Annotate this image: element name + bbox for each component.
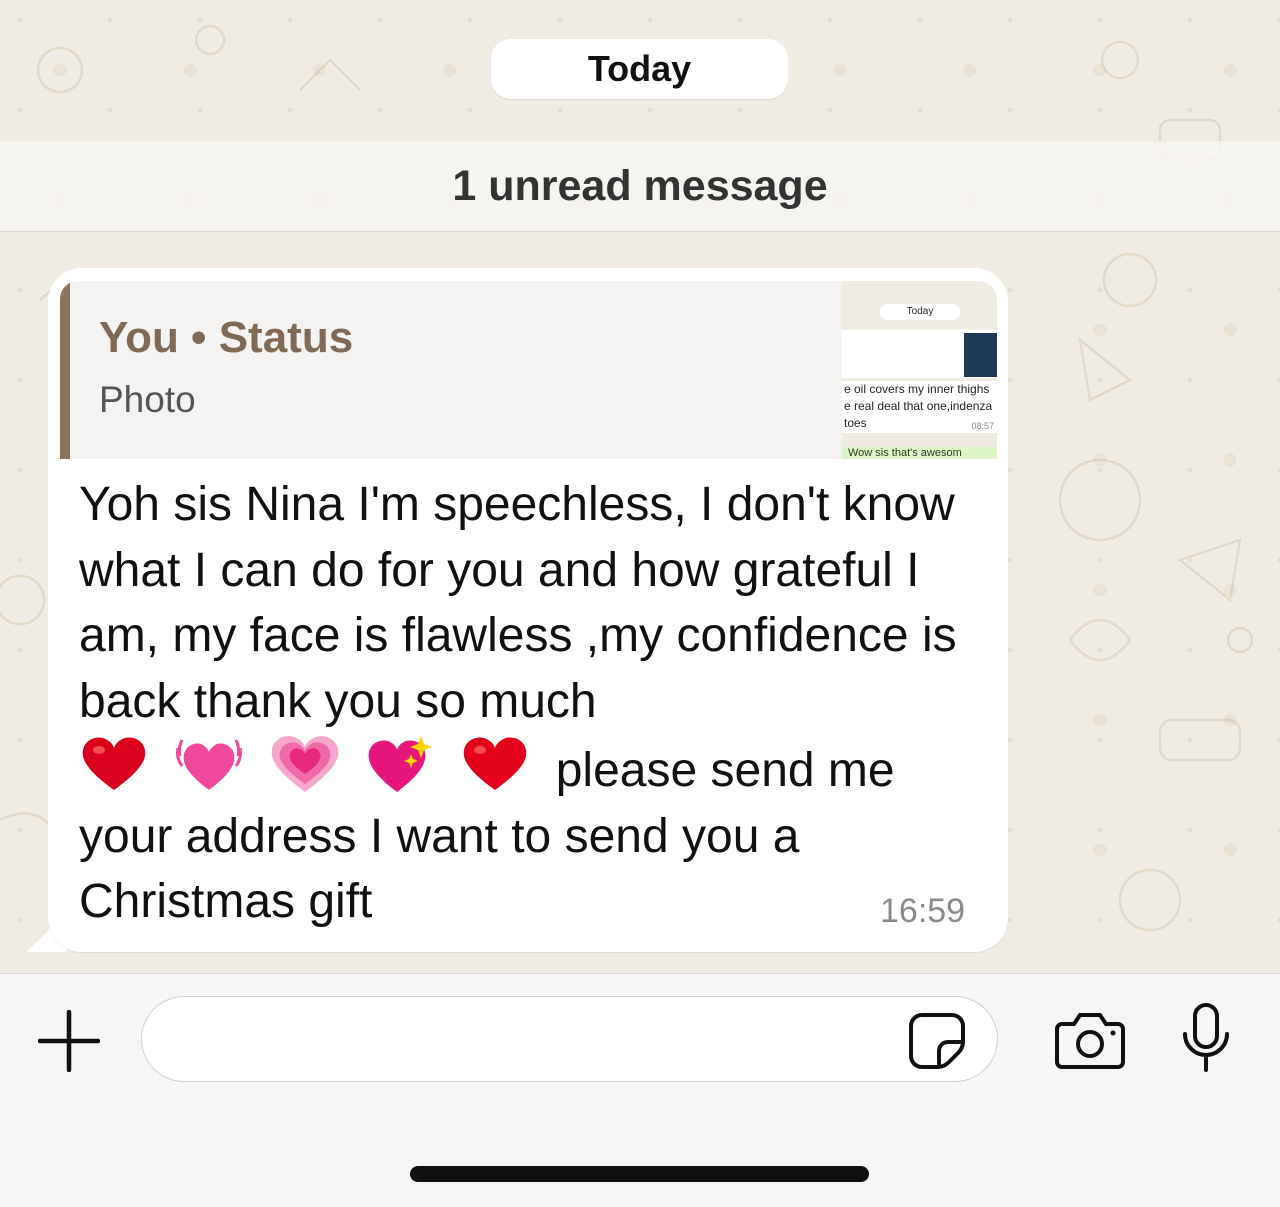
- thumbnail-image: [964, 333, 997, 377]
- message-input[interactable]: [141, 996, 998, 1082]
- thumbnail-line-1: e oil covers my inner thighs: [844, 382, 990, 396]
- sparkling-heart-icon: [368, 736, 433, 792]
- date-separator: Today: [491, 39, 788, 99]
- thumbnail-date-pill: Today: [880, 304, 960, 320]
- sticker-icon[interactable]: [908, 1012, 966, 1070]
- red-heart-icon: [464, 737, 527, 790]
- thumbnail-time: 08:57: [971, 421, 994, 431]
- unread-banner: 1 unread message: [0, 141, 1280, 232]
- message-text-part-1: Yoh sis Nina I'm speechless, I don't kno…: [79, 478, 957, 728]
- home-indicator: [410, 1166, 869, 1182]
- chat-background: Today 1 unread message You • Status Phot…: [0, 0, 1280, 973]
- message-timestamp: 16:59: [880, 892, 966, 930]
- thumbnail-reply-preview: Wow sis that's awesom: [842, 447, 997, 459]
- quote-thumbnail: Today e oil covers my inner thighs e rea…: [842, 281, 997, 459]
- microphone-icon[interactable]: [1180, 1002, 1232, 1074]
- quote-accent-bar: [60, 281, 70, 459]
- camera-icon[interactable]: [1054, 1010, 1126, 1070]
- quote-media-type: Photo: [99, 379, 196, 420]
- beating-heart-icon: [176, 739, 243, 790]
- quoted-status[interactable]: You • Status Photo Today e oil covers my…: [60, 281, 997, 459]
- thumbnail-line-2: e real deal that one,indenza: [844, 399, 993, 413]
- plus-icon[interactable]: [38, 1010, 100, 1072]
- quote-author: You • Status: [99, 313, 354, 362]
- growing-heart-icon: [271, 736, 338, 792]
- message-text: Yoh sis Nina I'm speechless, I don't kno…: [79, 472, 979, 935]
- red-heart-icon: [82, 737, 146, 790]
